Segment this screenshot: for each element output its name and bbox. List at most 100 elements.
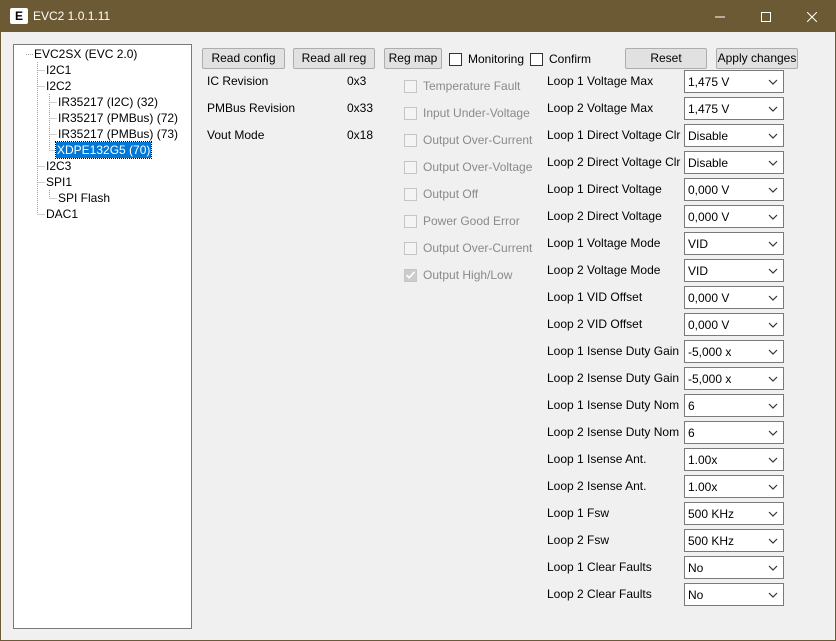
confirm-checkbox[interactable]: Confirm [530, 51, 591, 67]
param-dropdown[interactable]: 0,000 V [684, 205, 784, 228]
status-checkbox-box [404, 106, 417, 120]
param-label: Loop 2 Isense Ant. [547, 479, 647, 493]
param-label: Loop 1 Isense Duty Nom [547, 398, 680, 412]
reg-map-button[interactable]: Reg map [384, 48, 442, 69]
tree-node-i2c3[interactable]: I2C3 [45, 158, 72, 174]
param-label: Loop 1 Voltage Max [547, 74, 654, 88]
param-label: Loop 1 Direct Voltage Clr [547, 128, 681, 142]
param-label: Loop 1 Clear Faults [547, 560, 652, 574]
tree-node-ir35217-pmbus-73[interactable]: IR35217 (PMBus) (73) [57, 126, 179, 142]
chevron-down-icon[interactable] [768, 348, 778, 356]
tree-node-i2c2[interactable]: I2C2 [45, 78, 72, 94]
param-dropdown-value: 0,000 V [688, 183, 730, 197]
param-dropdown[interactable]: 1.00x [684, 448, 784, 471]
tree-node-evc2sx[interactable]: EVC2SX (EVC 2.0) [33, 46, 138, 62]
chevron-down-icon[interactable] [768, 402, 778, 410]
app-window: E EVC2 1.0.1.11 EVC2SX (EVC 2.0) I2C1 I2… [0, 0, 836, 641]
monitoring-checkbox-box[interactable] [449, 52, 462, 66]
param-dropdown-value: 1.00x [688, 453, 718, 467]
chevron-down-icon[interactable] [768, 159, 778, 167]
tree-node-ir35217-pmbus-72[interactable]: IR35217 (PMBus) (72) [57, 110, 179, 126]
chevron-down-icon[interactable] [768, 213, 778, 221]
param-dropdown[interactable]: Disable [684, 151, 784, 174]
param-dropdown-value: 6 [688, 426, 695, 440]
param-dropdown-value: 1.00x [688, 480, 718, 494]
chevron-down-icon[interactable] [768, 483, 778, 491]
chevron-down-icon[interactable] [768, 132, 778, 140]
tree-node-spi-flash[interactable]: SPI Flash [57, 190, 111, 206]
param-dropdown[interactable]: 6 [684, 394, 784, 417]
param-dropdown-value: 0,000 V [688, 210, 730, 224]
param-dropdown[interactable]: No [684, 556, 784, 579]
monitoring-checkbox[interactable]: Monitoring [449, 51, 524, 67]
minimize-button[interactable] [697, 1, 743, 32]
chevron-down-icon[interactable] [768, 186, 778, 194]
param-dropdown[interactable]: 0,000 V [684, 313, 784, 336]
param-dropdown[interactable]: 6 [684, 421, 784, 444]
maximize-icon [761, 11, 771, 22]
chevron-down-icon[interactable] [768, 78, 778, 86]
status-temperature-fault: Temperature Fault [404, 78, 520, 94]
param-dropdown[interactable]: VID [684, 259, 784, 282]
param-dropdown[interactable]: 0,000 V [684, 178, 784, 201]
tree-node-spi1[interactable]: SPI1 [45, 174, 73, 190]
chevron-down-icon[interactable] [768, 267, 778, 275]
chevron-down-icon[interactable] [768, 294, 778, 302]
tree-node-i2c1[interactable]: I2C1 [45, 62, 72, 78]
chevron-down-icon[interactable] [768, 456, 778, 464]
param-dropdown-value: 500 KHz [688, 534, 735, 548]
device-tree[interactable]: EVC2SX (EVC 2.0) I2C1 I2C2 IR35217 (I2C)… [13, 44, 192, 629]
status-output-over-voltage: Output Over-Voltage [404, 159, 532, 175]
read-all-reg-button[interactable]: Read all reg [293, 48, 375, 69]
param-dropdown[interactable]: 500 KHz [684, 502, 784, 525]
maximize-button[interactable] [743, 1, 789, 32]
read-config-button[interactable]: Read config [202, 48, 285, 69]
status-checkbox-box [404, 187, 417, 201]
tree-node-ir35217-i2c-32[interactable]: IR35217 (I2C) (32) [57, 94, 159, 110]
chevron-down-icon[interactable] [768, 537, 778, 545]
status-output-over-current-2: Output Over-Current [404, 240, 532, 256]
chevron-down-icon[interactable] [768, 375, 778, 383]
param-label: Loop 2 Clear Faults [547, 587, 652, 601]
status-power-good-error: Power Good Error [404, 213, 520, 229]
param-dropdown-value: 1,475 V [688, 102, 730, 116]
status-output-over-current: Output Over-Current [404, 132, 532, 148]
chevron-down-icon[interactable] [768, 510, 778, 518]
param-dropdown[interactable]: 1.00x [684, 475, 784, 498]
chevron-down-icon[interactable] [768, 591, 778, 599]
apply-changes-button[interactable]: Apply changes [716, 48, 798, 69]
tree-node-xdpe132g5-70[interactable]: XDPE132G5 (70) [54, 141, 153, 159]
chevron-down-icon[interactable] [768, 321, 778, 329]
chevron-down-icon[interactable] [768, 240, 778, 248]
param-dropdown[interactable]: -5,000 x [684, 340, 784, 363]
status-checkbox-box [404, 268, 417, 282]
param-dropdown[interactable]: Disable [684, 124, 784, 147]
ic-revision-label: IC Revision [207, 74, 269, 88]
status-checkbox-box [404, 79, 417, 93]
status-input-under-voltage: Input Under-Voltage [404, 105, 530, 121]
param-label: Loop 2 VID Offset [547, 317, 643, 331]
confirm-label: Confirm [549, 52, 592, 66]
param-dropdown[interactable]: No [684, 583, 784, 606]
chevron-down-icon[interactable] [768, 564, 778, 572]
status-label: Power Good Error [423, 214, 520, 228]
tree-node-dac1[interactable]: DAC1 [45, 206, 79, 222]
param-dropdown[interactable]: VID [684, 232, 784, 255]
reset-button[interactable]: Reset [625, 48, 707, 69]
param-dropdown[interactable]: 1,475 V [684, 70, 784, 93]
title-bar[interactable]: E EVC2 1.0.1.11 [1, 1, 835, 32]
param-dropdown-value: No [688, 561, 704, 575]
param-dropdown-value: VID [688, 264, 709, 278]
chevron-down-icon[interactable] [768, 429, 778, 437]
param-dropdown[interactable]: 500 KHz [684, 529, 784, 552]
param-dropdown-value: Disable [688, 129, 729, 143]
pmbus-revision-label: PMBus Revision [207, 101, 296, 115]
param-dropdown[interactable]: 0,000 V [684, 286, 784, 309]
param-dropdown[interactable]: -5,000 x [684, 367, 784, 390]
confirm-checkbox-box[interactable] [530, 52, 543, 66]
chevron-down-icon[interactable] [768, 105, 778, 113]
param-dropdown[interactable]: 1,475 V [684, 97, 784, 120]
monitoring-label: Monitoring [468, 52, 525, 66]
param-label: Loop 2 Isense Duty Gain [547, 371, 680, 385]
close-button[interactable] [789, 1, 835, 32]
